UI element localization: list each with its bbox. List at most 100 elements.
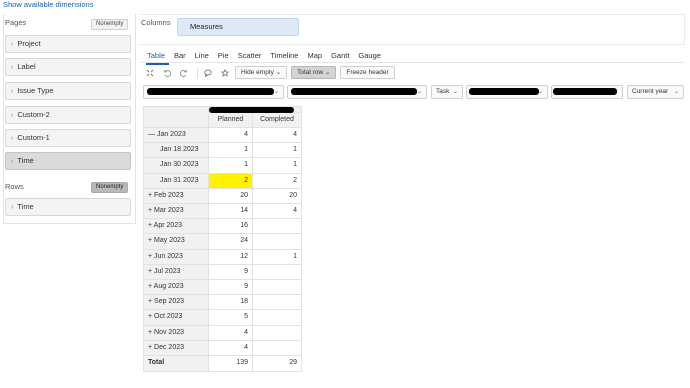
page-item-label: Project [17,39,41,48]
completed-cell: 4 [253,128,302,144]
chevron-down-icon: ⌄ [416,89,422,95]
redacted-filter-value [469,88,539,95]
row-header[interactable]: + Jun 2023 [143,249,209,265]
planned-cell: 20 [209,188,253,204]
page-item-label-text: Custom-2 [17,110,50,119]
current-year-label: Current year [632,88,669,95]
row-item-time[interactable]: › Time [5,198,131,216]
total-row-dropdown[interactable]: Total row ⌄ [291,66,337,79]
planned-cell: 14 [209,204,253,220]
planned-cell: 2 [209,173,253,189]
chevron-down-icon: ⌄ [452,89,458,95]
row-header[interactable]: + Mar 2023 [143,204,209,220]
completed-cell [253,280,302,296]
row-header[interactable]: + Oct 2023 [143,310,209,326]
chevron-right-icon: › [11,204,14,211]
page-item-custom-1[interactable]: › Custom-1 [5,129,131,147]
rows-nonempty-button[interactable]: Nonempty [91,182,129,193]
planned-cell: 16 [209,219,253,235]
planned-cell: 9 [209,264,253,280]
chevron-right-icon: › [11,135,14,142]
table-corner [143,106,209,128]
planned-cell: 4 [209,325,253,341]
chevron-down-icon: ⌄ [273,89,279,95]
completed-cell [253,219,302,235]
planned-cell: 1 [209,158,253,174]
chevron-right-icon: › [11,112,14,119]
redacted-filter-value [291,88,417,95]
chevron-right-icon: › [11,64,14,71]
row-header[interactable]: + Sep 2023 [143,295,209,311]
comment-icon[interactable] [201,67,214,79]
planned-cell: 24 [209,234,253,250]
column-header-completed[interactable]: Completed [253,113,302,128]
chevron-right-icon: › [11,41,14,48]
completed-cell [253,295,302,311]
row-header[interactable]: + Dec 2023 [143,340,209,356]
columns-heading: Columns [141,18,171,27]
completed-cell: 20 [253,188,302,204]
redacted-filter-value [147,88,274,95]
planned-cell: 4 [209,340,253,356]
planned-cell: 12 [209,249,253,265]
tabs-divider [141,62,685,63]
current-year-filter[interactable]: Current year ⌄ [627,85,684,99]
task-filter[interactable]: Task ⌄ [431,85,463,99]
row-header[interactable]: Jan 18 2023 [143,143,209,159]
toolbar-divider [197,67,198,78]
page-item-label-text: Label [17,62,36,71]
completed-cell: 4 [253,204,302,220]
row-header[interactable]: Jan 30 2023 [143,158,209,174]
row-header[interactable]: + Jul 2023 [143,264,209,280]
bookmark-icon[interactable] [218,67,231,79]
measures-chip[interactable]: Measures [177,18,299,36]
row-header[interactable]: + Aug 2023 [143,280,209,296]
page-item-time[interactable]: › Time [5,152,131,170]
toolbar: Hide empty ⌄ Total row ⌄ Freeze header [143,66,399,79]
completed-cell [253,264,302,280]
row-header[interactable]: + Nov 2023 [143,325,209,341]
page-item-custom-2[interactable]: › Custom-2 [5,106,131,124]
row-header[interactable]: + Feb 2023 [143,188,209,204]
total-planned-cell: 139 [209,356,253,372]
page-item-label-text: Custom-1 [17,133,50,142]
total-row-label: Total row [297,69,324,76]
completed-cell [253,340,302,356]
hide-empty-label: Hide empty [241,69,274,76]
undo-icon[interactable] [160,67,173,79]
planned-cell: 4 [209,128,253,144]
row-item-label: Time [17,202,34,211]
redo-icon[interactable] [177,67,190,79]
row-header[interactable]: Jan 31 2023 [143,173,209,189]
row-header[interactable]: + Apr 2023 [143,219,209,235]
page-item-label-text: Issue Type [17,86,54,95]
completed-cell [253,310,302,326]
total-completed-cell: 29 [253,356,302,372]
planned-cell: 9 [209,280,253,296]
page-item-issue-type[interactable]: › Issue Type [5,82,131,100]
page-item-label-text: Time [17,156,34,165]
chevron-right-icon: › [11,88,14,95]
pages-heading: Pages [5,18,27,27]
chevron-down-icon: ⌄ [324,69,331,76]
total-row-header: Total [143,356,209,372]
hide-empty-dropdown[interactable]: Hide empty ⌄ [235,66,288,79]
page-item-label[interactable]: › Label [5,58,131,76]
collapse-icon[interactable] [143,67,156,79]
completed-cell: 1 [253,143,302,159]
planned-cell: 1 [209,143,253,159]
row-header[interactable]: + May 2023 [143,234,209,250]
freeze-header-button[interactable]: Freeze header [340,66,395,79]
planned-cell: 18 [209,295,253,311]
page-item-project[interactable]: › Project [5,35,131,53]
completed-cell [253,325,302,341]
planned-cell: 5 [209,310,253,326]
redacted-filter-value [553,88,617,95]
completed-cell: 1 [253,249,302,265]
row-header[interactable]: — Jan 2023 [143,128,209,144]
column-header-planned[interactable]: Planned [209,113,253,128]
task-filter-label: Task [436,88,450,95]
completed-cell: 2 [253,173,302,189]
pages-nonempty-button[interactable]: Nonempty [91,19,129,30]
show-available-dimensions-link[interactable]: Show available dimensions [3,0,93,9]
